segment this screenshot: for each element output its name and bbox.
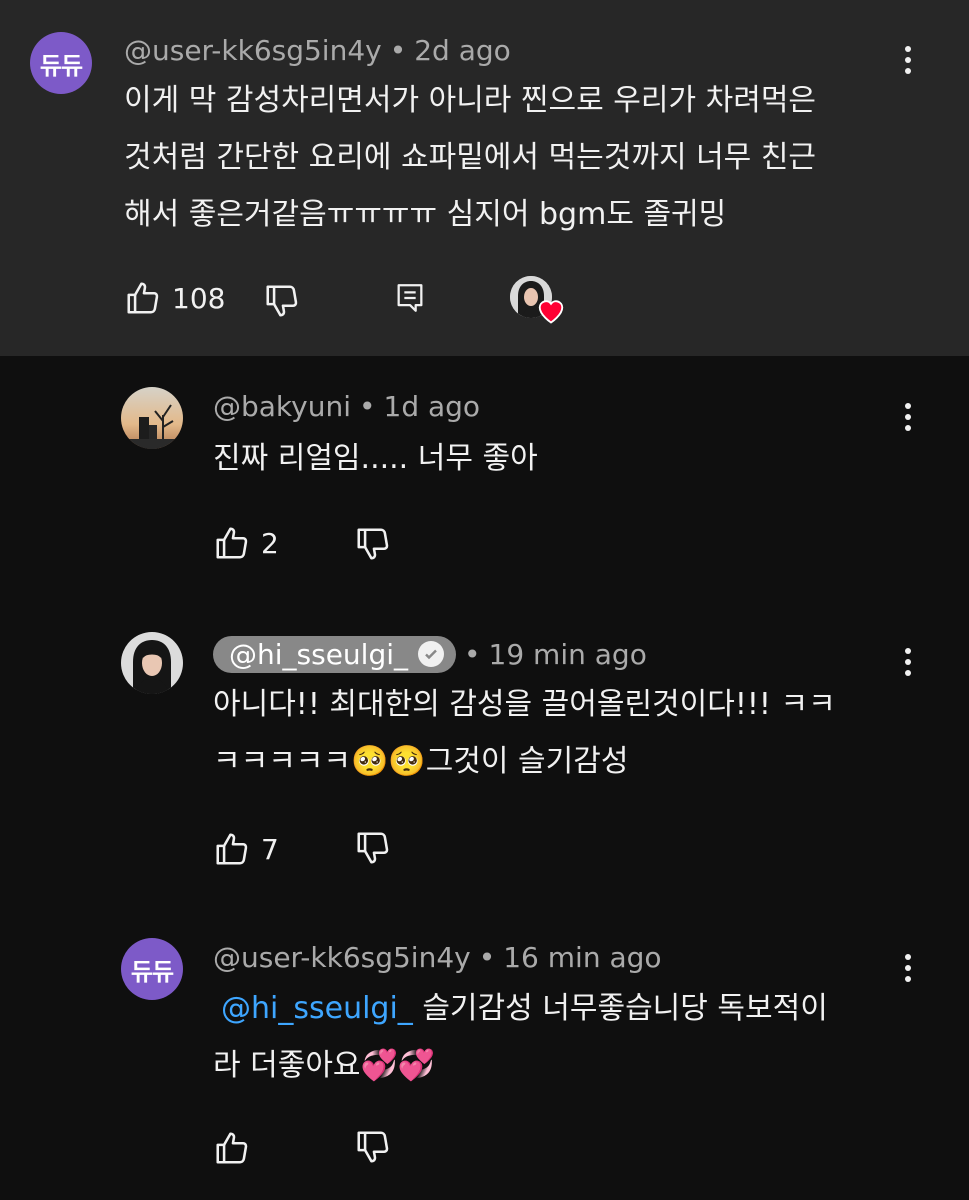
- comment-meta: @hi_sseulgi_ • 19 min ago: [213, 633, 647, 675]
- comment-author[interactable]: @user-kk6sg5in4y: [124, 34, 382, 67]
- reply-button[interactable]: [393, 280, 427, 316]
- comment-line: 해서 좋은거같음ㅠㅠㅠㅠ 심지어 bgm도 졸귀밍: [124, 197, 727, 232]
- like-button[interactable]: 2: [213, 523, 279, 563]
- like-button[interactable]: 108: [124, 278, 225, 318]
- verified-check-icon: [418, 641, 445, 667]
- separator-dot: •: [359, 389, 376, 423]
- dislike-button[interactable]: [354, 1128, 392, 1166]
- comment-line: 아니다!! 최대한의 감성을 끌어올린것이다!!! ㅋㅋ: [213, 687, 836, 722]
- like-count: 108: [172, 281, 226, 315]
- comment-author[interactable]: @bakyuni: [213, 390, 351, 423]
- dislike-button[interactable]: [354, 525, 392, 563]
- comment-time: 16 min ago: [503, 940, 662, 974]
- dislike-button[interactable]: [354, 829, 392, 867]
- more-vert-icon[interactable]: [893, 397, 923, 437]
- mention-link[interactable]: @hi_sseulgi_: [221, 991, 413, 1026]
- like-button[interactable]: [213, 1128, 251, 1168]
- separator-dot: •: [478, 940, 496, 974]
- comment-time: 1d ago: [383, 389, 481, 423]
- comment-line: 이게 막 감성차리면서가 아니라 찐으로 우리가 차려먹은: [124, 83, 817, 118]
- comment-text: 이게 막 감성차리면서가 아니라 찐으로 우리가 차려먹은 것처럼 간단한 요리…: [124, 72, 816, 243]
- dislike-icon: [357, 832, 389, 864]
- like-icon: [127, 282, 159, 314]
- avatar[interactable]: [121, 387, 183, 449]
- creator-heart-icon: [538, 300, 564, 324]
- like-count: 7: [261, 832, 279, 866]
- comment-meta: @user-kk6sg5in4y • 2d ago: [124, 30, 511, 70]
- comment-text: 아니다!! 최대한의 감성을 끌어올린것이다!!! ㅋㅋ ㅋㅋㅋㅋㅋ🥺🥺그것이 …: [213, 676, 836, 790]
- comment-author[interactable]: @user-kk6sg5in4y: [213, 941, 471, 974]
- more-vert-icon[interactable]: [893, 40, 923, 80]
- more-vert-icon[interactable]: [893, 642, 923, 682]
- like-icon: [216, 1132, 248, 1164]
- like-icon: [216, 833, 248, 865]
- avatar[interactable]: 듀듀: [121, 938, 183, 1000]
- top-comment: 듀듀 @user-kk6sg5in4y • 2d ago 이게 막 감성차리면서…: [0, 0, 969, 356]
- comment-text: @hi_sseulgi_ 슬기감성 너무좋습니당 독보적이 라 더좋아요💞💞: [213, 980, 828, 1094]
- comment-meta: @bakyuni • 1d ago: [213, 386, 480, 426]
- avatar[interactable]: [121, 632, 183, 694]
- dislike-button[interactable]: [263, 282, 301, 320]
- avatar[interactable]: 듀듀: [30, 32, 92, 94]
- comment-author: @hi_sseulgi_: [229, 637, 409, 671]
- dislike-icon: [266, 285, 298, 317]
- comment-line: @hi_sseulgi_ 슬기감성 너무좋습니당 독보적이: [221, 991, 828, 1026]
- reply-icon: [397, 284, 423, 312]
- like-icon: [216, 527, 248, 559]
- dislike-icon: [357, 1131, 389, 1163]
- like-count: 2: [261, 526, 279, 560]
- comment-time: 2d ago: [414, 33, 511, 67]
- comment-line: 진짜 리얼임..... 너무 좋아: [213, 441, 538, 476]
- separator-dot: •: [464, 637, 481, 671]
- more-vert-icon[interactable]: [893, 948, 923, 988]
- creator-author-chip[interactable]: @hi_sseulgi_: [213, 635, 457, 673]
- comment-line: 라 더좋아요💞💞: [213, 1048, 436, 1083]
- comment-meta: @user-kk6sg5in4y • 16 min ago: [213, 937, 662, 977]
- dislike-icon: [357, 528, 389, 560]
- comment-line: ㅋㅋㅋㅋㅋ🥺🥺그것이 슬기감성: [213, 744, 629, 779]
- creator-heart: [508, 276, 568, 326]
- like-button[interactable]: 7: [213, 829, 279, 869]
- comment-time: 19 min ago: [488, 637, 647, 671]
- comment-text: 진짜 리얼임..... 너무 좋아: [213, 430, 538, 487]
- comment-line: 것처럼 간단한 요리에 쇼파밑에서 먹는것까지 너무 친근: [124, 140, 817, 175]
- separator-dot: •: [389, 33, 407, 67]
